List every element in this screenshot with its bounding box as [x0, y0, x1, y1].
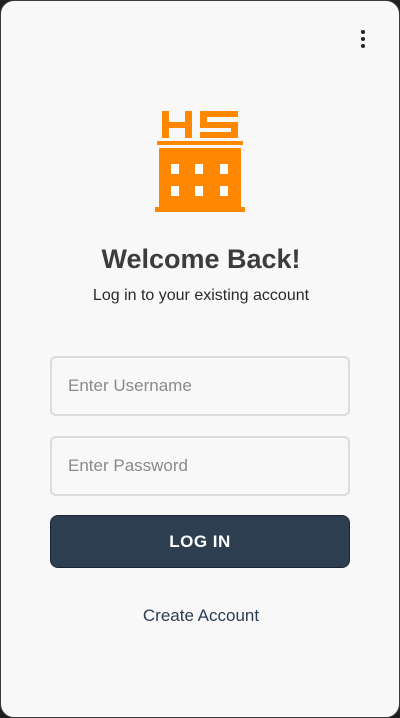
login-screen: Welcome Back! Log in to your existing ac… — [0, 0, 400, 718]
login-button-label: LOG IN — [169, 531, 231, 551]
menu-dot — [361, 30, 365, 34]
menu-dot — [361, 37, 365, 41]
page-subtitle: Log in to your existing account — [92, 287, 310, 304]
login-button[interactable]: LOG IN — [50, 515, 350, 568]
more-options-icon[interactable] — [353, 27, 373, 51]
create-account-link[interactable]: Create Account — [1, 606, 399, 626]
app-logo — [155, 109, 245, 214]
password-input[interactable] — [50, 436, 350, 496]
menu-dot — [361, 44, 365, 48]
hs-building-logo-icon — [155, 111, 245, 212]
username-input[interactable] — [50, 356, 350, 416]
page-title: Welcome Back! — [101, 244, 301, 274]
